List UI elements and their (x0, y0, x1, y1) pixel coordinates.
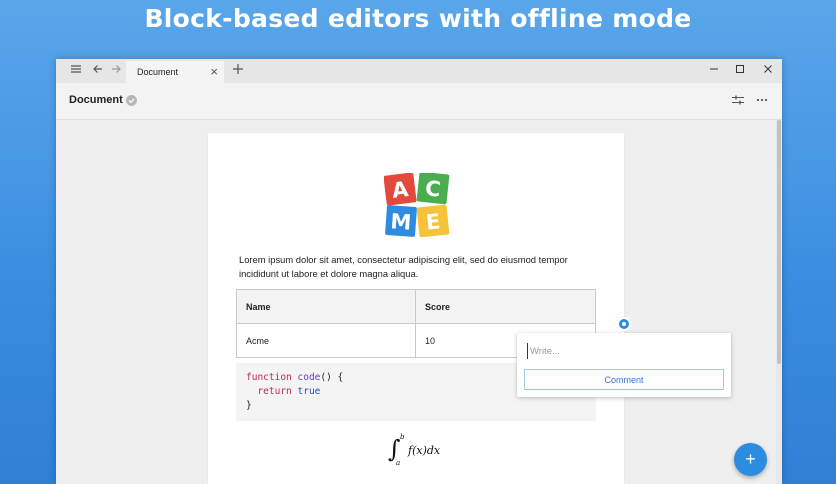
more-options-icon[interactable] (755, 93, 771, 109)
logo-letter-c: C (424, 176, 442, 201)
code-keyword: return (257, 386, 292, 397)
table-cell[interactable]: Acme (236, 323, 416, 358)
code-text: } (246, 400, 252, 411)
vertical-scrollbar[interactable] (776, 120, 782, 484)
app-window: Document × Document A C M E Lorem ipsum … (56, 59, 782, 484)
table-header-row: Name Score (236, 289, 596, 324)
menu-icon[interactable] (68, 63, 84, 79)
body-paragraph[interactable]: Lorem ipsum dolor sit amet, consectetur … (239, 253, 599, 281)
tab-bar: Document × (56, 59, 782, 83)
settings-sliders-icon[interactable] (731, 93, 747, 109)
comment-input[interactable] (527, 343, 720, 359)
logo-letter-e: E (425, 209, 442, 234)
code-boolean: true (297, 386, 321, 397)
new-tab-icon[interactable] (230, 63, 246, 79)
math-formula[interactable]: ∫ b a f(x)dx (388, 433, 448, 469)
document-page[interactable]: A C M E Lorem ipsum dolor sit amet, cons… (208, 133, 624, 484)
saved-check-icon (126, 95, 137, 106)
column-header-name[interactable]: Name (236, 289, 416, 324)
logo-letter-m: M (390, 209, 413, 234)
forward-arrow-icon[interactable] (108, 63, 124, 79)
comment-button[interactable]: Comment (524, 369, 724, 390)
integral-lower-limit: a (396, 459, 401, 467)
tab-close-icon[interactable]: × (210, 64, 218, 80)
comment-marker[interactable] (617, 317, 631, 331)
acme-logo: A C M E (383, 171, 450, 238)
tab-label: Document (137, 67, 179, 77)
code-text: () { (320, 372, 344, 383)
minimize-icon[interactable] (705, 62, 723, 78)
tab-document[interactable]: Document × (126, 61, 224, 83)
add-block-fab-button[interactable]: + (734, 443, 767, 476)
code-function-name: code (297, 372, 321, 383)
back-arrow-icon[interactable] (90, 63, 106, 79)
document-title: Document (69, 94, 123, 106)
comment-popover: Comment (517, 333, 731, 397)
maximize-icon[interactable] (731, 62, 749, 78)
close-icon[interactable] (759, 62, 777, 78)
integral-upper-limit: b (400, 433, 405, 441)
document-header: Document (56, 83, 782, 120)
column-header-score[interactable]: Score (415, 289, 596, 324)
code-keyword: function (246, 372, 292, 383)
headline: Block-based editors with offline mode (144, 4, 692, 33)
scrollbar-thumb[interactable] (777, 120, 781, 364)
integrand: f(x)dx (408, 444, 441, 457)
